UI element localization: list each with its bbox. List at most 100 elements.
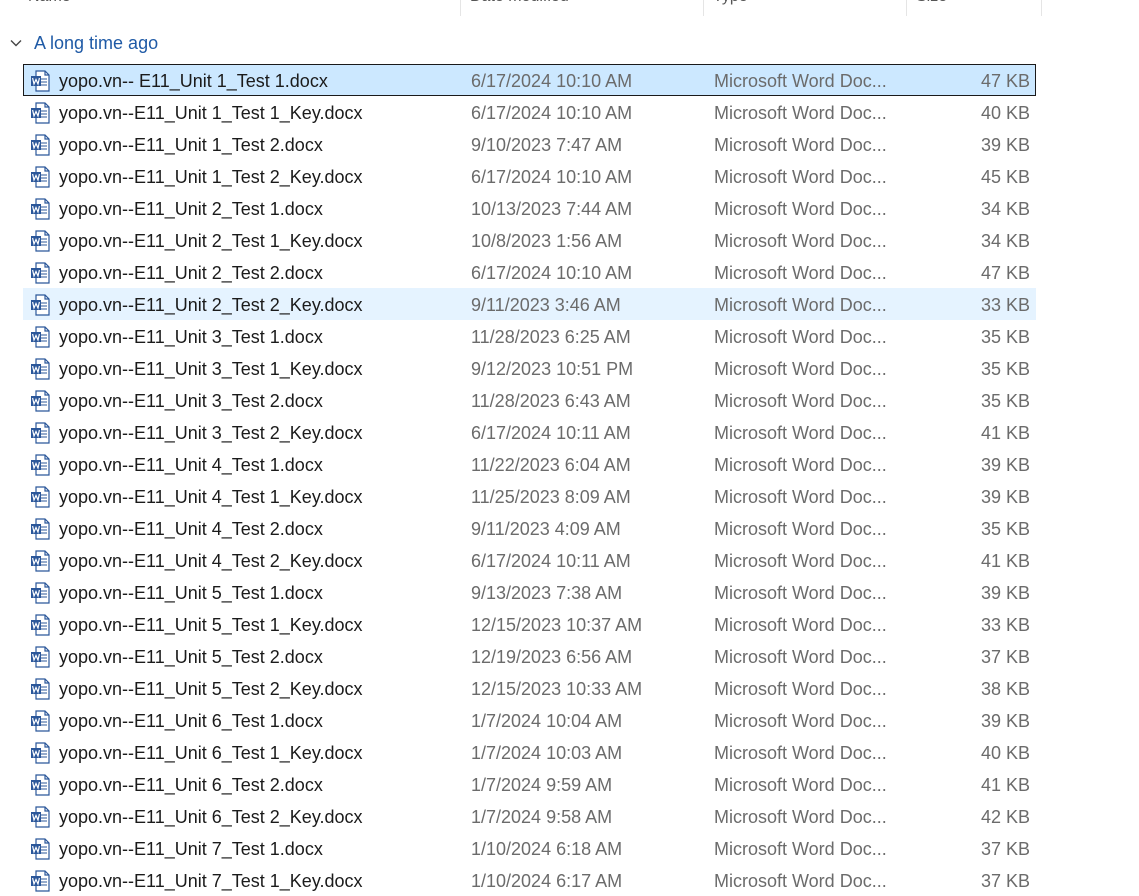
file-date-modified: 12/15/2023 10:37 AM bbox=[471, 615, 643, 635]
file-size: 42 KB bbox=[980, 807, 1030, 827]
file-date-modified: 9/13/2023 7:38 AM bbox=[471, 583, 623, 603]
file-size: 35 KB bbox=[980, 359, 1030, 379]
file-row[interactable]: yopo.vn--E11_Unit 1_Test 1_Key.docx 6/17… bbox=[23, 96, 1036, 128]
file-date-modified: 6/17/2024 10:11 AM bbox=[471, 423, 631, 443]
column-divider[interactable] bbox=[906, 0, 907, 16]
file-size: 34 KB bbox=[980, 231, 1030, 251]
word-doc-icon bbox=[31, 710, 50, 732]
file-row[interactable]: yopo.vn-- E11_Unit 1_Test 1.docx 6/17/20… bbox=[23, 64, 1036, 96]
column-header-type[interactable]: Type bbox=[713, 0, 748, 16]
file-type: Microsoft Word Doc... bbox=[714, 551, 887, 571]
file-row[interactable]: yopo.vn--E11_Unit 4_Test 1_Key.docx 11/2… bbox=[23, 480, 1036, 512]
word-doc-icon bbox=[31, 774, 50, 796]
file-name: yopo.vn--E11_Unit 4_Test 1_Key.docx bbox=[59, 487, 363, 507]
file-name: yopo.vn--E11_Unit 6_Test 1_Key.docx bbox=[59, 743, 363, 763]
file-type: Microsoft Word Doc... bbox=[714, 487, 887, 507]
file-name: yopo.vn--E11_Unit 7_Test 1.docx bbox=[59, 839, 323, 859]
file-type: Microsoft Word Doc... bbox=[714, 71, 887, 91]
file-row[interactable]: yopo.vn--E11_Unit 3_Test 1_Key.docx 9/12… bbox=[23, 352, 1036, 384]
word-doc-icon bbox=[31, 358, 50, 380]
file-type: Microsoft Word Doc... bbox=[714, 615, 887, 635]
file-type: Microsoft Word Doc... bbox=[714, 103, 887, 123]
chevron-down-icon bbox=[10, 40, 22, 47]
file-date-modified: 1/7/2024 9:59 AM bbox=[471, 775, 613, 795]
file-row[interactable]: yopo.vn--E11_Unit 2_Test 2.docx 6/17/202… bbox=[23, 256, 1036, 288]
file-type: Microsoft Word Doc... bbox=[714, 231, 887, 251]
file-date-modified: 6/17/2024 10:10 AM bbox=[471, 71, 633, 91]
file-name: yopo.vn--E11_Unit 6_Test 2.docx bbox=[59, 775, 323, 795]
file-row[interactable]: yopo.vn--E11_Unit 4_Test 2.docx 9/11/202… bbox=[23, 512, 1036, 544]
file-date-modified: 6/17/2024 10:10 AM bbox=[471, 103, 633, 123]
word-doc-icon bbox=[31, 134, 50, 156]
file-date-modified: 11/22/2023 6:04 AM bbox=[471, 455, 631, 475]
word-doc-icon bbox=[31, 454, 50, 476]
file-row[interactable]: yopo.vn--E11_Unit 1_Test 2_Key.docx 6/17… bbox=[23, 160, 1036, 192]
word-doc-icon bbox=[31, 262, 50, 284]
file-size: 39 KB bbox=[980, 455, 1030, 475]
file-size: 34 KB bbox=[980, 199, 1030, 219]
file-row[interactable]: yopo.vn--E11_Unit 7_Test 1_Key.docx 1/10… bbox=[23, 864, 1036, 896]
file-type: Microsoft Word Doc... bbox=[714, 871, 887, 891]
file-date-modified: 1/10/2024 6:18 AM bbox=[471, 839, 623, 859]
word-doc-icon bbox=[31, 550, 50, 572]
file-name: yopo.vn--E11_Unit 6_Test 1.docx bbox=[59, 711, 323, 731]
file-size: 37 KB bbox=[980, 871, 1030, 891]
column-header-name[interactable]: Name bbox=[28, 0, 71, 16]
column-divider[interactable] bbox=[703, 0, 704, 16]
file-row[interactable]: yopo.vn--E11_Unit 6_Test 1.docx 1/7/2024… bbox=[23, 704, 1036, 736]
file-date-modified: 6/17/2024 10:10 AM bbox=[471, 263, 633, 283]
file-date-modified: 9/10/2023 7:47 AM bbox=[471, 135, 623, 155]
file-type: Microsoft Word Doc... bbox=[714, 583, 887, 603]
file-date-modified: 6/17/2024 10:11 AM bbox=[471, 551, 631, 571]
group-header[interactable]: A long time ago bbox=[8, 30, 158, 56]
file-row[interactable]: yopo.vn--E11_Unit 2_Test 1_Key.docx 10/8… bbox=[23, 224, 1036, 256]
group-label: A long time ago bbox=[34, 32, 159, 53]
file-row[interactable]: yopo.vn--E11_Unit 3_Test 2.docx 11/28/20… bbox=[23, 384, 1036, 416]
column-header-date[interactable]: Date modified bbox=[470, 0, 569, 16]
file-name: yopo.vn--E11_Unit 3_Test 2_Key.docx bbox=[59, 423, 363, 443]
file-row[interactable]: yopo.vn--E11_Unit 4_Test 2_Key.docx 6/17… bbox=[23, 544, 1036, 576]
file-date-modified: 10/8/2023 1:56 AM bbox=[471, 231, 623, 251]
word-doc-icon bbox=[31, 70, 50, 92]
file-row[interactable]: yopo.vn--E11_Unit 7_Test 1.docx 1/10/202… bbox=[23, 832, 1036, 864]
file-name: yopo.vn--E11_Unit 3_Test 1_Key.docx bbox=[59, 359, 363, 379]
file-row[interactable]: yopo.vn--E11_Unit 3_Test 1.docx 11/28/20… bbox=[23, 320, 1036, 352]
file-date-modified: 1/10/2024 6:17 AM bbox=[471, 871, 623, 891]
file-size: 39 KB bbox=[980, 711, 1030, 731]
file-size: 39 KB bbox=[980, 487, 1030, 507]
file-name: yopo.vn--E11_Unit 6_Test 2_Key.docx bbox=[59, 807, 363, 827]
file-size: 41 KB bbox=[980, 551, 1030, 571]
file-row[interactable]: yopo.vn--E11_Unit 4_Test 1.docx 11/22/20… bbox=[23, 448, 1036, 480]
file-row[interactable]: yopo.vn--E11_Unit 5_Test 2_Key.docx 12/1… bbox=[23, 672, 1036, 704]
word-doc-icon bbox=[31, 582, 50, 604]
column-divider[interactable] bbox=[1041, 0, 1042, 16]
file-date-modified: 11/28/2023 6:25 AM bbox=[471, 327, 631, 347]
word-doc-icon bbox=[31, 294, 50, 316]
file-size: 45 KB bbox=[980, 167, 1030, 187]
file-row[interactable]: yopo.vn--E11_Unit 5_Test 1.docx 9/13/202… bbox=[23, 576, 1036, 608]
column-header-size[interactable]: Size bbox=[916, 0, 947, 16]
file-name: yopo.vn--E11_Unit 3_Test 1.docx bbox=[59, 327, 323, 347]
file-row[interactable]: yopo.vn--E11_Unit 2_Test 2_Key.docx 9/11… bbox=[23, 288, 1036, 320]
word-doc-icon bbox=[31, 230, 50, 252]
word-doc-icon bbox=[31, 326, 50, 348]
file-type: Microsoft Word Doc... bbox=[714, 839, 887, 859]
file-size: 41 KB bbox=[980, 423, 1030, 443]
file-name: yopo.vn--E11_Unit 5_Test 1.docx bbox=[59, 583, 323, 603]
file-row[interactable]: yopo.vn--E11_Unit 3_Test 2_Key.docx 6/17… bbox=[23, 416, 1036, 448]
file-type: Microsoft Word Doc... bbox=[714, 295, 887, 315]
file-row[interactable]: yopo.vn--E11_Unit 6_Test 2_Key.docx 1/7/… bbox=[23, 800, 1036, 832]
file-name: yopo.vn--E11_Unit 5_Test 2.docx bbox=[59, 647, 323, 667]
word-doc-icon bbox=[31, 678, 50, 700]
file-row[interactable]: yopo.vn--E11_Unit 5_Test 2.docx 12/19/20… bbox=[23, 640, 1036, 672]
file-type: Microsoft Word Doc... bbox=[714, 743, 887, 763]
file-row[interactable]: yopo.vn--E11_Unit 1_Test 2.docx 9/10/202… bbox=[23, 128, 1036, 160]
file-name: yopo.vn--E11_Unit 7_Test 1_Key.docx bbox=[59, 871, 363, 891]
file-type: Microsoft Word Doc... bbox=[714, 199, 887, 219]
file-row[interactable]: yopo.vn--E11_Unit 6_Test 2.docx 1/7/2024… bbox=[23, 768, 1036, 800]
file-row[interactable]: yopo.vn--E11_Unit 6_Test 1_Key.docx 1/7/… bbox=[23, 736, 1036, 768]
file-row[interactable]: yopo.vn--E11_Unit 5_Test 1_Key.docx 12/1… bbox=[23, 608, 1036, 640]
file-type: Microsoft Word Doc... bbox=[714, 135, 887, 155]
file-row[interactable]: yopo.vn--E11_Unit 2_Test 1.docx 10/13/20… bbox=[23, 192, 1036, 224]
column-divider[interactable] bbox=[460, 0, 461, 16]
